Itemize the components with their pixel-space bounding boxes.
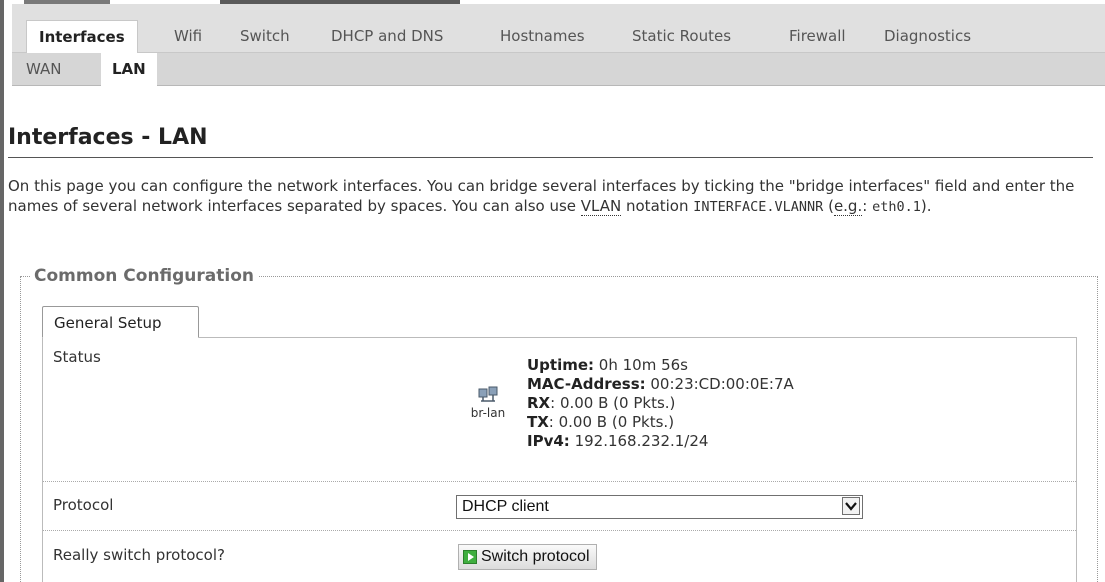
uptime-value: 0h 10m 56s	[594, 356, 688, 374]
tab-wan[interactable]: WAN	[26, 53, 62, 85]
tab-wifi[interactable]: Wifi	[174, 20, 202, 52]
switch-protocol-button-label: Switch protocol	[481, 548, 590, 565]
page-title: Interfaces - LAN	[8, 125, 208, 150]
tx-label: TX	[527, 413, 549, 431]
tab-interfaces[interactable]: Interfaces	[26, 20, 138, 53]
ipv4-label: IPv4:	[527, 432, 570, 450]
network-device: br-lan	[468, 385, 508, 420]
tab-diagnostics[interactable]: Diagnostics	[884, 20, 971, 52]
ipv4-line: IPv4: 192.168.232.1/24	[527, 432, 794, 451]
vlan-abbr: VLAN	[580, 197, 622, 216]
eg-abbr: e.g.	[833, 197, 863, 216]
page: Interfaces Wifi Switch DHCP and DNS Host…	[0, 0, 1105, 582]
rx-label: RX	[527, 394, 551, 412]
status-label: Status	[53, 348, 101, 366]
tx-line: TX: 0.00 B (0 Pkts.)	[527, 413, 794, 432]
tab-static-routes[interactable]: Static Routes	[632, 20, 731, 52]
rx-line: RX: 0.00 B (0 Pkts.)	[527, 394, 794, 413]
mac-value: 00:23:CD:00:0E:7A	[645, 375, 794, 393]
protocol-label: Protocol	[53, 496, 114, 514]
tab-general-setup[interactable]: General Setup	[42, 306, 199, 338]
protocol-select[interactable]: DHCP client	[456, 495, 863, 519]
description-text: notation	[621, 197, 694, 215]
main-tab-bar: Interfaces Wifi Switch DHCP and DNS Host…	[12, 4, 1105, 53]
apply-icon	[463, 550, 477, 564]
chevron-down-icon[interactable]	[842, 497, 860, 515]
fieldset-legend: Common Configuration	[30, 266, 259, 286]
tx-value: : 0.00 B (0 Pkts.)	[548, 413, 675, 431]
description-text: (	[823, 197, 834, 215]
mac-line: MAC-Address: 00:23:CD:00:0E:7A	[527, 375, 794, 394]
tab-hostnames[interactable]: Hostnames	[500, 20, 585, 52]
tab-firewall[interactable]: Firewall	[789, 20, 846, 52]
page-description: On this page you can configure the netwo…	[8, 176, 1088, 217]
content: Interfaces Wifi Switch DHCP and DNS Host…	[12, 4, 1105, 86]
device-name: br-lan	[470, 406, 506, 420]
code-interface-vlannr: INTERFACE.VLANNR	[693, 199, 824, 215]
code-eth: eth0.1	[872, 199, 921, 215]
switch-protocol-label: Really switch protocol?	[53, 546, 225, 564]
uptime-line: Uptime: 0h 10m 56s	[527, 356, 794, 375]
tab-lan[interactable]: LAN	[101, 53, 157, 86]
mac-label: MAC-Address:	[527, 375, 646, 393]
tab-switch[interactable]: Switch	[240, 20, 290, 52]
protocol-selected-value: DHCP client	[462, 498, 549, 515]
description-text: :	[862, 197, 873, 215]
ipv4-value: 192.168.232.1/24	[569, 432, 709, 450]
row-divider	[43, 481, 1076, 482]
title-divider	[8, 157, 1093, 158]
description-text: ).	[920, 197, 932, 215]
row-divider	[43, 530, 1076, 531]
switch-protocol-button[interactable]: Switch protocol	[458, 544, 597, 570]
rx-value: : 0.00 B (0 Pkts.)	[550, 394, 676, 412]
tab-dhcp-and-dns[interactable]: DHCP and DNS	[331, 20, 443, 52]
left-border	[0, 0, 4, 582]
sub-tab-bar: WAN LAN	[12, 53, 1105, 86]
uptime-label: Uptime:	[527, 356, 595, 374]
status-details: Uptime: 0h 10m 56s MAC-Address: 00:23:CD…	[527, 356, 794, 451]
network-bridge-icon	[478, 386, 498, 402]
